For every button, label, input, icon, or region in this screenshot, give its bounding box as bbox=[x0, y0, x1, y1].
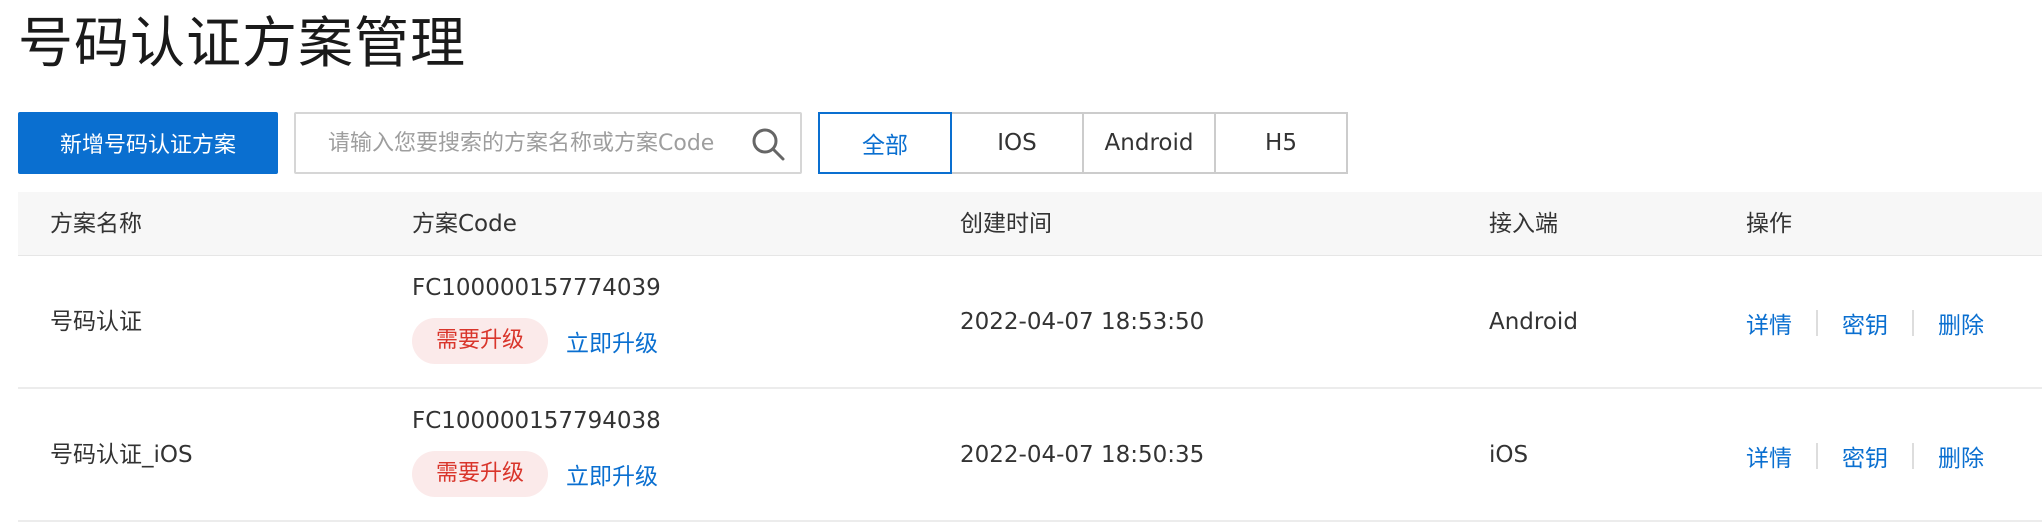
scheme-code-cell: FC100000157794038 需要升级 立即升级 bbox=[412, 405, 661, 497]
add-scheme-button[interactable]: 新增号码认证方案 bbox=[18, 112, 278, 174]
action-divider bbox=[1816, 442, 1818, 469]
details-link[interactable]: 详情 bbox=[1746, 439, 1792, 473]
search-box[interactable] bbox=[294, 112, 802, 174]
upgrade-now-link[interactable]: 立即升级 bbox=[566, 457, 658, 491]
upgrade-now-link[interactable]: 立即升级 bbox=[566, 324, 658, 358]
scheme-name: 号码认证_iOS bbox=[50, 442, 193, 468]
row-actions: 详情 密钥 删除 bbox=[1746, 256, 1984, 389]
upgrade-line: 需要升级 立即升级 bbox=[412, 451, 661, 497]
page-title: 号码认证方案管理 bbox=[18, 11, 467, 75]
table-row: 号码认证 FC100000157774039 需要升级 立即升级 2022-04… bbox=[18, 256, 2042, 389]
scheme-code-cell: FC100000157774039 需要升级 立即升级 bbox=[412, 272, 661, 364]
column-header-actions: 操作 bbox=[1746, 211, 1792, 237]
scheme-table: 方案名称 方案Code 创建时间 接入端 操作 号码认证 FC100000157… bbox=[18, 192, 2042, 522]
column-header-name: 方案名称 bbox=[50, 211, 142, 237]
secret-key-link[interactable]: 密钥 bbox=[1842, 439, 1888, 473]
table-header: 方案名称 方案Code 创建时间 接入端 操作 bbox=[18, 192, 2042, 256]
endpoint: iOS bbox=[1489, 442, 1529, 468]
needs-upgrade-badge: 需要升级 bbox=[412, 318, 549, 364]
delete-link[interactable]: 删除 bbox=[1938, 439, 1984, 473]
platform-filter: 全部 IOS Android H5 bbox=[818, 112, 1348, 174]
endpoint: Android bbox=[1489, 309, 1578, 335]
action-divider bbox=[1816, 309, 1818, 336]
search-input[interactable] bbox=[328, 130, 748, 156]
delete-link[interactable]: 删除 bbox=[1938, 306, 1984, 340]
table-row: 号码认证_iOS FC100000157794038 需要升级 立即升级 202… bbox=[18, 389, 2042, 522]
scheme-code: FC100000157794038 bbox=[412, 408, 661, 434]
upgrade-line: 需要升级 立即升级 bbox=[412, 318, 661, 364]
created-time: 2022-04-07 18:53:50 bbox=[960, 309, 1205, 335]
page: 号码认证方案管理 新增号码认证方案 全部 IOS Android H5 方案名称… bbox=[0, 0, 2042, 530]
search-icon[interactable] bbox=[750, 126, 786, 162]
scheme-name: 号码认证 bbox=[50, 309, 142, 335]
row-actions: 详情 密钥 删除 bbox=[1746, 389, 1984, 522]
column-header-created: 创建时间 bbox=[960, 211, 1052, 237]
filter-ios[interactable]: IOS bbox=[950, 112, 1084, 174]
scheme-code: FC100000157774039 bbox=[412, 275, 661, 301]
needs-upgrade-badge: 需要升级 bbox=[412, 451, 549, 497]
filter-all[interactable]: 全部 bbox=[818, 112, 952, 174]
column-header-code: 方案Code bbox=[412, 211, 517, 237]
action-divider bbox=[1912, 309, 1914, 336]
secret-key-link[interactable]: 密钥 bbox=[1842, 306, 1888, 340]
details-link[interactable]: 详情 bbox=[1746, 306, 1792, 340]
column-header-endpoint: 接入端 bbox=[1489, 211, 1558, 237]
created-time: 2022-04-07 18:50:35 bbox=[960, 442, 1205, 468]
filter-android[interactable]: Android bbox=[1082, 112, 1216, 174]
action-divider bbox=[1912, 442, 1914, 469]
filter-h5[interactable]: H5 bbox=[1214, 112, 1348, 174]
